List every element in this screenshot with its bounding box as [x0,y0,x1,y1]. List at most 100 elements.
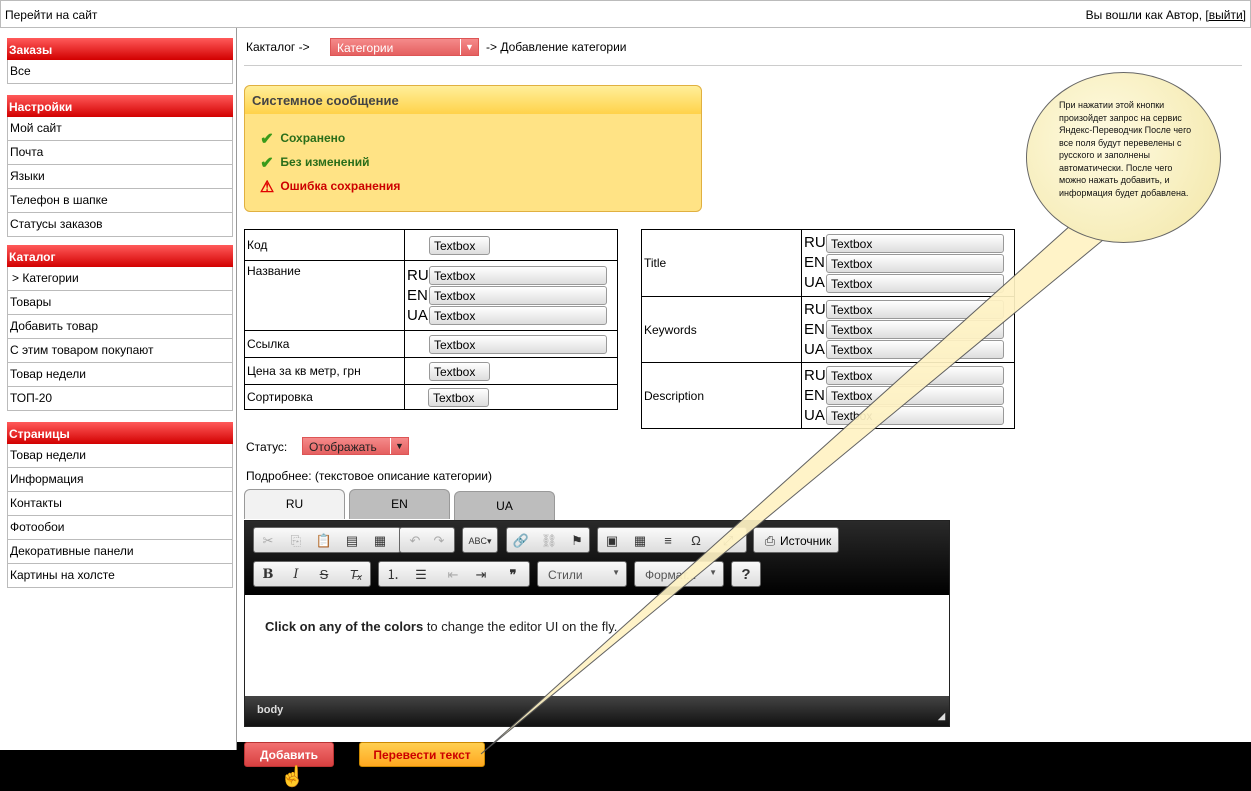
resize-handle-icon[interactable]: ◢ [938,711,945,722]
sidebar-header-orders: Заказы [7,38,233,60]
outdent-icon[interactable]: ⇤ [441,566,465,584]
help-button[interactable]: ? [734,566,758,584]
price-input[interactable]: Textbox [429,361,490,381]
sidebar-item-info[interactable]: Информация [7,468,233,492]
redo-icon[interactable]: ↷ [427,532,451,550]
source-button[interactable]: Источник [780,534,831,548]
bold-icon[interactable]: B [256,566,280,584]
sidebar-item-my-site[interactable]: Мой сайт [7,117,233,141]
keywords-input-ru[interactable]: Textbox [826,300,1004,319]
sidebar-item-categories[interactable]: > Категории [7,267,233,291]
keywords-input-en[interactable]: Textbox [826,320,1004,339]
sidebar-item-contacts[interactable]: Контакты [7,492,233,516]
status-select[interactable]: Отображать ▼ [302,437,409,455]
paste-text-icon[interactable]: ▤ [340,532,364,550]
sort-input[interactable]: Textbox [428,387,489,407]
details-label: Подробнее: (текстовое описание категории… [246,469,492,483]
editor-content[interactable]: Click on any of the colors to change the… [245,595,949,695]
bulleted-list-icon[interactable]: ☰ [409,566,433,584]
warning-icon: ⚠ [259,179,275,196]
description-input-en[interactable]: Textbox [826,386,1004,405]
editor-content-bold: Click on any of the colors [265,619,424,634]
sidebar-item-canvas-paintings[interactable]: Картины на холсте [7,564,233,588]
spellcheck-icon[interactable]: ABC▾ [468,532,492,550]
copy-icon[interactable]: ⎘ [284,532,308,550]
sidebar-item-top-20[interactable]: ТОП-20 [7,387,233,411]
sidebar-item-phone[interactable]: Телефон в шапке [7,189,233,213]
sidebar-item-decor-panels[interactable]: Декоративные панели [7,540,233,564]
breadcrumb-suffix: -> Добавление категории [486,40,627,54]
editor-footer: body ◢ [245,696,949,726]
sidebar-item-languages[interactable]: Языки [7,165,233,189]
tab-en[interactable]: EN [349,489,450,519]
tab-ua[interactable]: UA [454,491,555,521]
tab-ru[interactable]: RU [244,489,345,519]
paste-icon[interactable]: 📋 [312,532,336,550]
maximize-icon[interactable]: ⤢ [716,532,740,550]
numbered-list-icon[interactable]: ⒈ [381,566,405,584]
sidebar-item-order-statuses[interactable]: Статусы заказов [7,213,233,237]
title-input-ru[interactable]: Textbox [826,233,1004,253]
special-char-icon[interactable]: Ω [684,532,708,550]
link-input[interactable]: Textbox [429,334,607,354]
logout-link[interactable]: [выйти] [1205,8,1246,22]
sidebar-item-mail[interactable]: Почта [7,141,233,165]
sidebar-item-page-product-of-week[interactable]: Товар недели [7,444,233,468]
sidebar-item-add-product[interactable]: Добавить товар [7,315,233,339]
status-label: Статус: [246,440,288,454]
seo-form-table: Title RU Textbox EN Textbox UA Textbox Keyw… [641,229,1015,429]
title-input-ua[interactable]: Textbox [826,273,1004,293]
paste-word-icon[interactable]: ▦ [368,532,392,550]
translate-tooltip: При нажатии этой кнопки произойдет запро… [1026,72,1221,243]
sidebar-item-bought-together[interactable]: С этим товаром покупают [7,339,233,363]
styles-dropdown[interactable]: Стили ▼ [537,561,627,587]
check-icon: ✔ [260,155,274,172]
help-group: ? [731,561,761,587]
sidebar-header-catalog: Каталог [7,245,233,267]
lang-ru: RU [804,234,826,251]
breadcrumb-prefix: Какталог -> [246,40,310,54]
description-input-ua[interactable]: Textbox [826,406,1004,425]
sidebar-item-product-of-week[interactable]: Товар недели [7,363,233,387]
spellcheck-group: ABC▾ [462,527,498,553]
name-input-ua[interactable]: Textbox [429,306,607,325]
sidebar-header-pages: Страницы [7,422,233,444]
description-label: Description [641,362,802,429]
name-input-ru[interactable]: Textbox [429,266,607,285]
category-select[interactable]: Категории ▼ [330,38,479,56]
strike-icon[interactable]: S [312,566,336,584]
category-form-table: Код Textbox Название RU Textbox EN Textbox… [244,229,618,410]
goto-site-link[interactable]: Перейти на сайт [5,8,97,22]
title-input-en[interactable]: Textbox [826,253,1004,273]
sidebar-item-products[interactable]: Товары [7,291,233,315]
blockquote-icon[interactable]: ❞ [501,566,525,584]
keywords-input-ua[interactable]: Textbox [826,340,1004,359]
sidebar-item-wallpapers[interactable]: Фотообои [7,516,233,540]
unlink-icon[interactable]: ⛓ [537,532,561,550]
message-saved-text: Сохранено [280,131,346,146]
lang-ru: RU [407,266,429,284]
translate-button[interactable]: Перевести текст [359,742,485,767]
element-path[interactable]: body [257,704,283,716]
format-dropdown[interactable]: Формат... ▼ [634,561,724,587]
top-bar: Перейти на сайт Вы вошли как Автор, [вый… [0,0,1251,28]
lang-en: EN [804,386,825,404]
table-icon[interactable]: ▦ [628,532,652,550]
cut-icon[interactable]: ✂ [256,532,280,550]
status-select-value: Отображать [309,440,377,454]
indent-icon[interactable]: ⇥ [469,566,493,584]
anchor-icon[interactable]: ⚑ [565,532,589,550]
italic-icon[interactable]: I [284,566,308,584]
link-icon[interactable]: 🔗 [509,532,533,550]
remove-format-icon[interactable]: T̶ₓ [344,566,368,584]
sidebar-item-all[interactable]: Все [7,60,233,84]
editor-content-text: to change the editor UI on the fly. [423,619,618,634]
undo-icon[interactable]: ↶ [403,532,427,550]
image-icon[interactable]: ▣ [600,532,624,550]
hr-icon[interactable]: ≡ [656,532,680,550]
description-input-ru[interactable]: Textbox [826,366,1004,385]
name-input-en[interactable]: Textbox [429,286,607,305]
undo-group: ↶ ↷ [399,527,455,553]
code-input[interactable]: Textbox [429,235,490,255]
divider [244,65,1242,66]
